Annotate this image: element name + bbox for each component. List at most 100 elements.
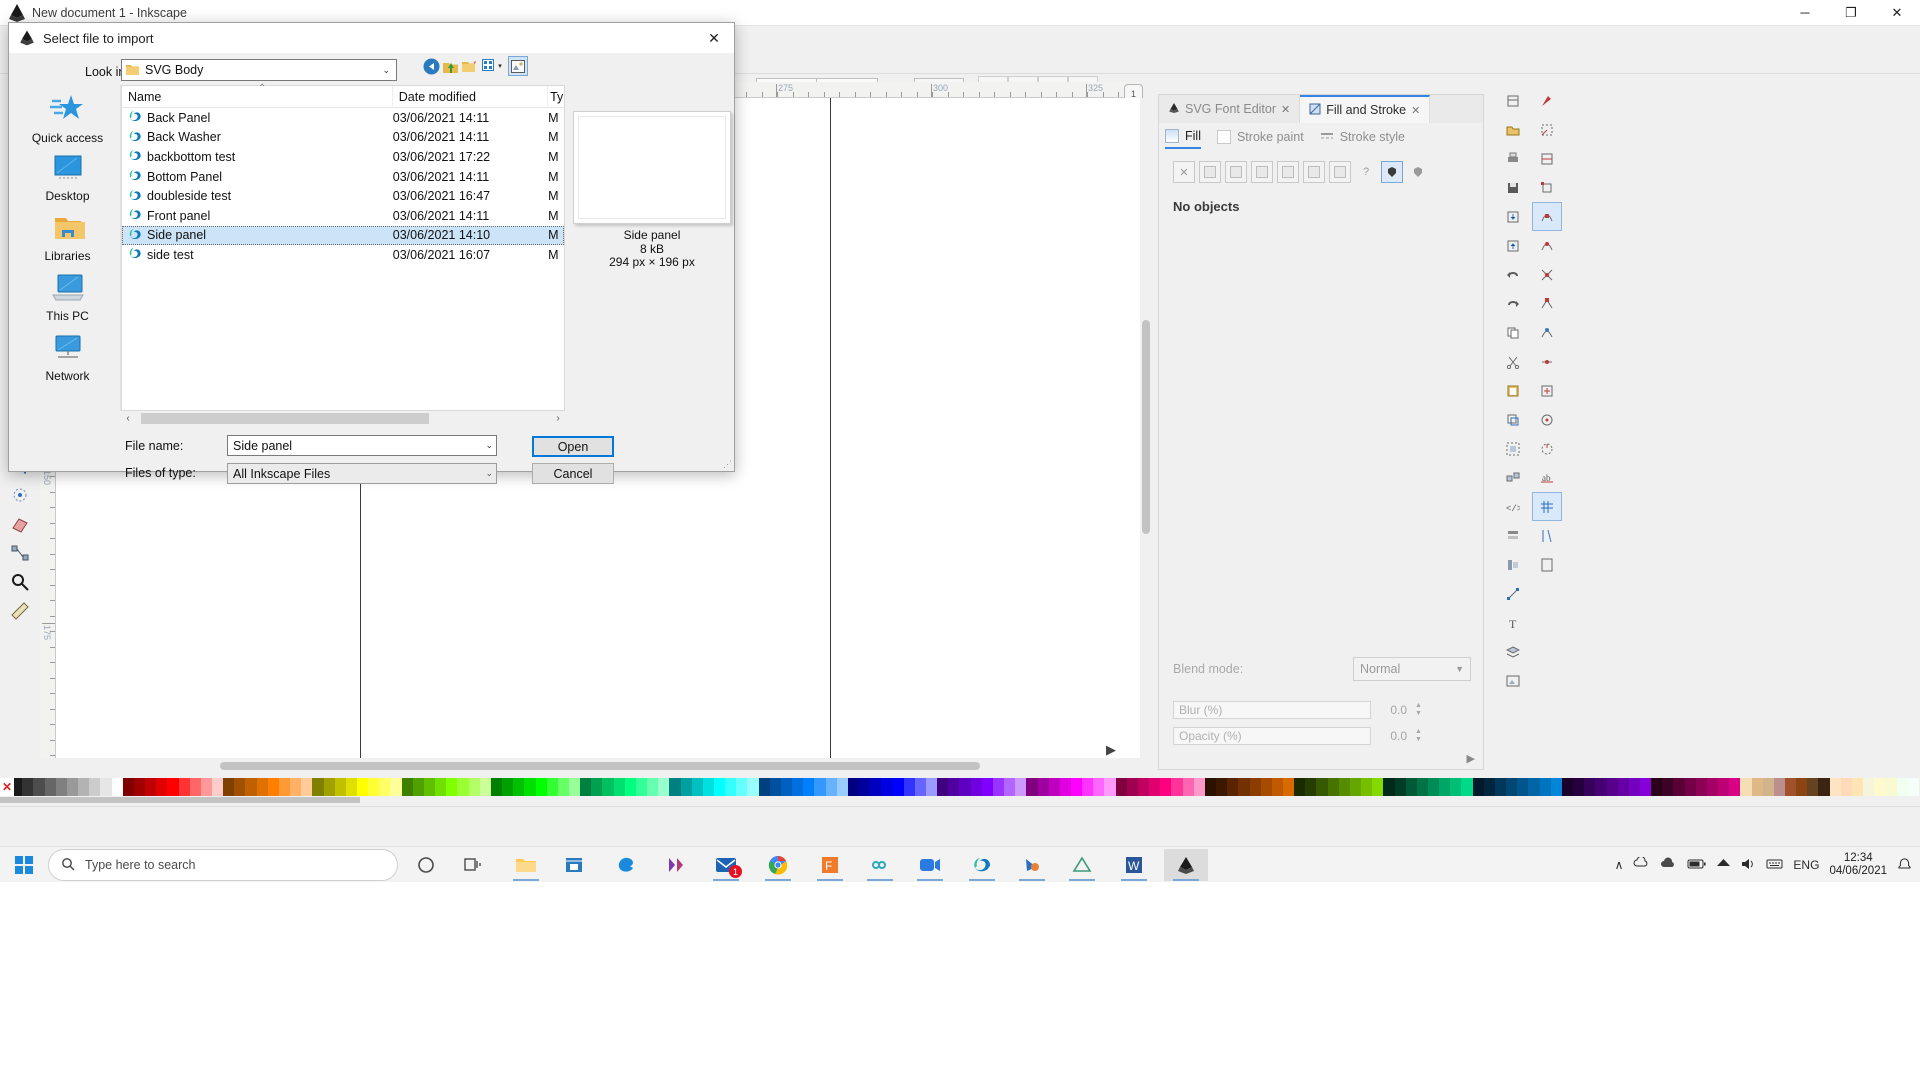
palette-swatch[interactable] — [613, 778, 625, 796]
palette-swatch[interactable] — [1394, 778, 1406, 796]
palette-swatch[interactable] — [468, 778, 480, 796]
palette-swatch[interactable] — [1706, 778, 1719, 796]
snap-smooth-icon[interactable] — [1532, 318, 1562, 347]
blur-value[interactable]: 0.0 — [1377, 703, 1407, 717]
palette-swatch[interactable] — [981, 778, 993, 796]
word-icon[interactable]: W — [1112, 849, 1156, 881]
file-list-row[interactable]: doubleside test 03/06/2021 16:47 M — [122, 186, 564, 206]
snap-node-icon[interactable] — [1532, 202, 1562, 231]
palette-swatch[interactable] — [379, 778, 391, 796]
paint-radial-gradient-button[interactable] — [1251, 161, 1273, 183]
palette-swatch[interactable] — [1416, 778, 1428, 796]
palette-swatch[interactable] — [1271, 778, 1283, 796]
cortana-icon[interactable] — [404, 849, 448, 881]
palette-swatch[interactable] — [825, 778, 837, 796]
palette-swatch[interactable] — [959, 778, 971, 796]
palette-swatch[interactable] — [557, 778, 569, 796]
video-editor-icon[interactable] — [654, 849, 698, 881]
minimize-button[interactable]: ─ — [1782, 0, 1828, 26]
palette-swatch[interactable] — [256, 778, 268, 796]
palette-swatch[interactable] — [1015, 778, 1027, 796]
palette-swatch[interactable] — [1149, 778, 1161, 796]
fusion360-icon[interactable]: F — [808, 849, 852, 881]
palette-swatch[interactable] — [1807, 778, 1819, 796]
blur-stepper[interactable]: ▲ ▼ — [1415, 702, 1422, 718]
palette-swatch[interactable] — [892, 778, 904, 796]
palette-swatch[interactable] — [758, 778, 770, 796]
palette-swatch[interactable] — [702, 778, 714, 796]
fill-rule-evenodd-button[interactable] — [1407, 161, 1429, 183]
scrollbar-thumb[interactable] — [220, 762, 980, 770]
snap-midpoint-icon[interactable] — [1532, 347, 1562, 376]
palette-swatch[interactable] — [524, 778, 536, 796]
import-icon[interactable] — [1498, 202, 1528, 231]
palette-swatch[interactable] — [1216, 778, 1228, 796]
palette-swatch[interactable] — [591, 778, 603, 796]
palette-swatch[interactable] — [691, 778, 703, 796]
snap-cusp-icon[interactable] — [1532, 289, 1562, 318]
file-list-row[interactable]: Back Washer 03/06/2021 14:11 M — [122, 128, 564, 148]
palette-swatch[interactable] — [1684, 778, 1696, 796]
palette-swatch[interactable] — [881, 778, 893, 796]
palette-swatch[interactable] — [334, 778, 346, 796]
clock[interactable]: 12:34 04/06/2021 — [1829, 852, 1887, 878]
palette-swatch[interactable] — [1059, 778, 1071, 796]
task-view-icon[interactable] — [452, 849, 496, 881]
palette-swatch[interactable] — [803, 778, 815, 796]
scrollbar-thumb[interactable] — [0, 797, 360, 803]
snap-guide-icon[interactable] — [1532, 521, 1562, 550]
paint-swatch-button[interactable] — [1329, 161, 1351, 183]
palette-swatch[interactable] — [1026, 778, 1038, 796]
palette-swatch[interactable] — [780, 778, 793, 796]
palette-swatch[interactable] — [1851, 778, 1864, 796]
layers-icon[interactable] — [1498, 637, 1528, 666]
snap-path-intersection-icon[interactable] — [1532, 260, 1562, 289]
triangle-app-icon[interactable] — [1060, 849, 1104, 881]
palette-swatch[interactable] — [368, 778, 380, 796]
save-icon[interactable] — [1498, 173, 1528, 202]
windows-start-icon[interactable] — [4, 849, 44, 881]
palette-swatch[interactable] — [1294, 778, 1306, 796]
palette-swatch[interactable] — [658, 778, 670, 796]
palette-swatch[interactable] — [189, 778, 201, 796]
scroll-right-arrow-icon[interactable]: › — [551, 413, 565, 424]
tool-zoom-icon[interactable] — [0, 567, 40, 596]
palette-swatch[interactable] — [345, 778, 357, 796]
palette-swatch[interactable] — [1037, 778, 1049, 796]
palette-swatch[interactable] — [1550, 778, 1562, 796]
snap-bbox-center-icon[interactable] — [1532, 376, 1562, 405]
file-list-horizontal-scrollbar[interactable]: ‹ › — [121, 411, 565, 425]
snap-bbox-edge-icon[interactable] — [1532, 144, 1562, 173]
palette-swatch[interactable] — [1305, 778, 1317, 796]
palette-swatch[interactable] — [1193, 778, 1205, 796]
file-list-row[interactable]: Side panel 03/06/2021 14:10 M — [122, 225, 564, 246]
palette-swatch[interactable] — [914, 778, 926, 796]
opacity-stepper[interactable]: ▲ ▼ — [1415, 728, 1422, 744]
scrollbar-thumb[interactable] — [141, 412, 429, 424]
maximize-button[interactable]: ❐ — [1828, 0, 1874, 26]
palette-swatch[interactable] — [669, 778, 681, 796]
palette-none-swatch[interactable]: ✕ — [0, 778, 14, 796]
palette-swatch[interactable] — [1082, 778, 1094, 796]
palette-swatch[interactable] — [100, 778, 112, 796]
palette-swatch[interactable] — [546, 778, 558, 796]
palette-swatch[interactable] — [312, 778, 324, 796]
up-one-level-icon[interactable] — [440, 56, 460, 76]
align-icon[interactable] — [1498, 550, 1528, 579]
palette-swatch[interactable] — [1595, 778, 1607, 796]
palette-swatch[interactable] — [156, 778, 168, 796]
paste-icon[interactable] — [1498, 376, 1528, 405]
palette-swatch[interactable] — [1573, 778, 1585, 796]
palette-swatch[interactable] — [1071, 778, 1083, 796]
palette-swatch[interactable] — [1863, 778, 1875, 796]
palette-swatch[interactable] — [167, 778, 179, 796]
palette-swatch[interactable] — [870, 778, 882, 796]
file-list[interactable]: Name Date modified Ty ⌃ Back Panel 03/06/… — [121, 83, 565, 411]
paint-none-button[interactable]: ✕ — [1173, 161, 1195, 183]
objects-icon[interactable] — [1498, 521, 1528, 550]
redo-icon[interactable] — [1498, 289, 1528, 318]
palette-swatch[interactable] — [1796, 778, 1808, 796]
palette-swatch[interactable] — [1137, 778, 1150, 796]
microsoft-store-icon[interactable] — [552, 849, 596, 881]
palette-swatch[interactable] — [1662, 778, 1674, 796]
